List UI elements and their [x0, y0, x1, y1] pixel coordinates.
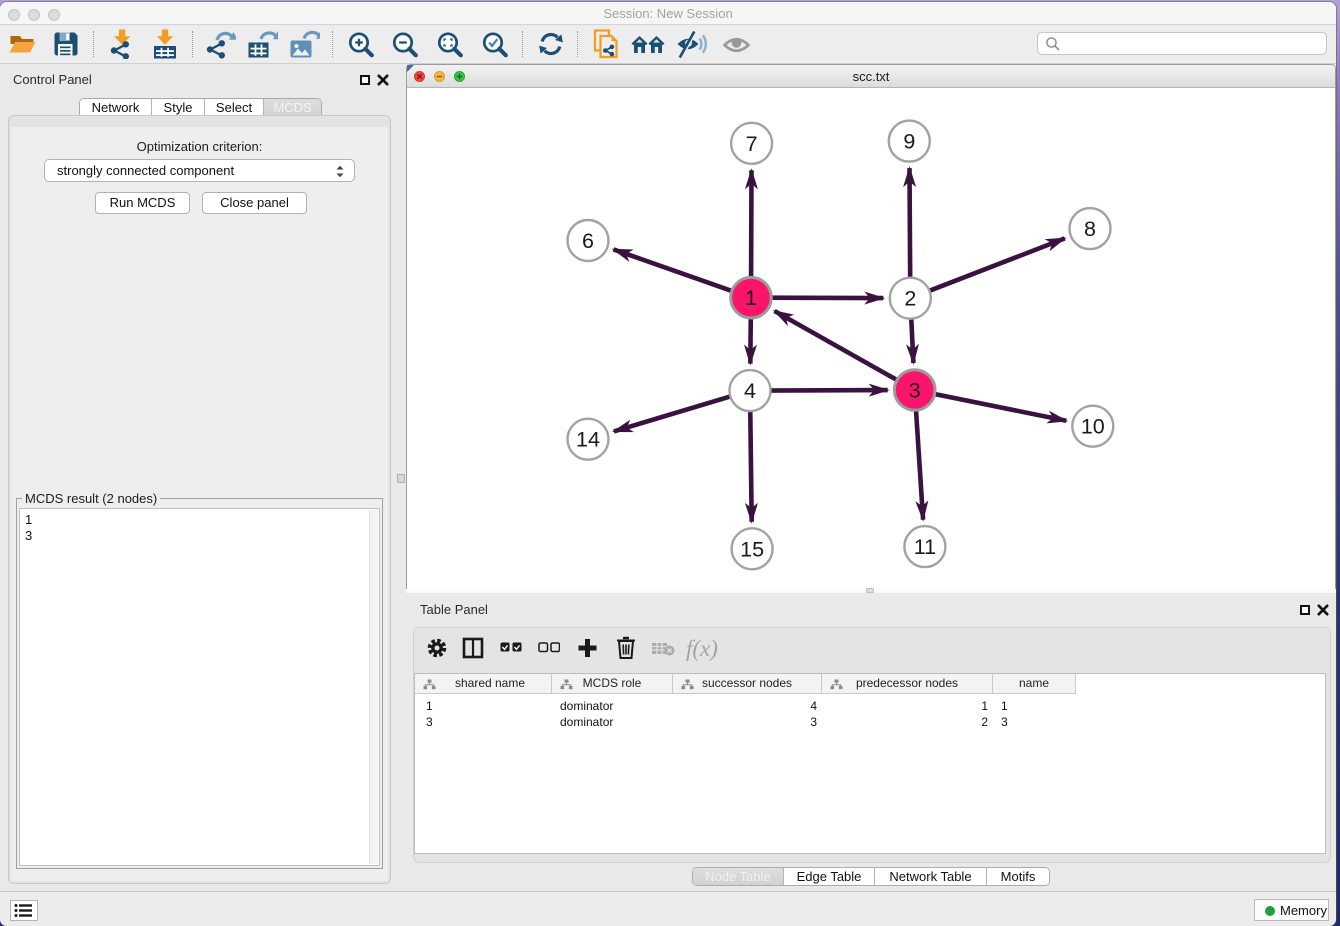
- svg-text:2: 2: [904, 287, 916, 311]
- svg-text:1: 1: [745, 286, 757, 310]
- svg-text:6: 6: [582, 229, 594, 253]
- svg-text:3: 3: [909, 379, 921, 403]
- svg-text:8: 8: [1084, 217, 1096, 241]
- svg-text:11: 11: [914, 535, 936, 559]
- svg-text:7: 7: [746, 132, 758, 156]
- svg-text:10: 10: [1081, 415, 1105, 439]
- svg-text:14: 14: [576, 428, 600, 452]
- svg-text:9: 9: [903, 130, 915, 154]
- svg-text:4: 4: [744, 379, 756, 403]
- svg-text:15: 15: [740, 537, 764, 561]
